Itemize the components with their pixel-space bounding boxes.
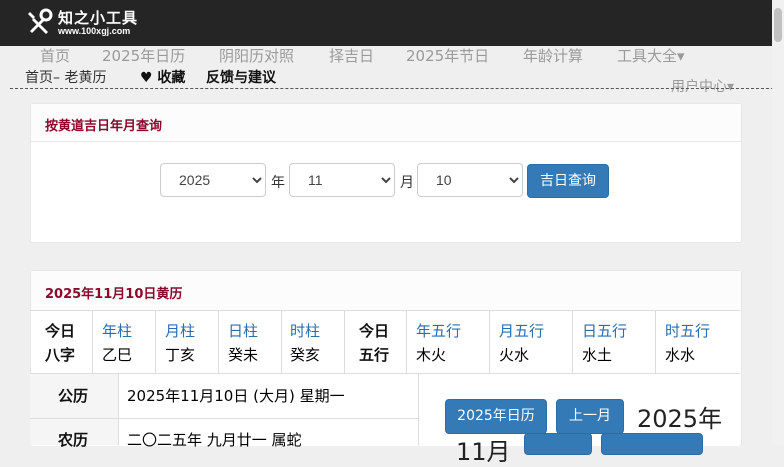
user-center-menu[interactable]: 用户中心▾ [671, 76, 734, 96]
top-bar: 知之小工具 www.100xgj.com [0, 0, 784, 46]
query-panel-title: 按黄道吉日年月查询 [45, 119, 163, 134]
pillar-name: 时柱 [290, 322, 321, 340]
wuxing-label: 今日 [359, 322, 390, 340]
scrollbar-thumb[interactable] [774, 8, 782, 42]
nav-age-calc[interactable]: 年龄计算 [523, 46, 583, 66]
wuxing-value: 木火 [416, 346, 447, 364]
day-select[interactable]: 10 [417, 163, 523, 197]
year-unit: 年 [271, 175, 285, 191]
almanac-panel-title: 2025年11月10日黄历 [45, 287, 183, 302]
nav-holidays[interactable]: 2025年节日 [406, 46, 489, 66]
wuxing-name: 时五行 [665, 322, 711, 340]
divider [10, 88, 774, 89]
nav-lunar-solar[interactable]: 阴阳历对照 [219, 46, 294, 66]
query-panel: 按黄道吉日年月查询 2025 年 11 月 10 吉日查询 [30, 103, 742, 243]
wuxing-value: 火水 [499, 346, 530, 364]
bazi-label-2: 八字 [45, 346, 76, 364]
bazi-label: 今日 [45, 322, 76, 340]
lunar-value: 二〇二五年 九月廿一 属蛇 [127, 431, 302, 449]
pillar-name: 月柱 [165, 322, 196, 340]
wuxing-name: 月五行 [499, 322, 545, 340]
breadcrumb[interactable]: 首页– 老黄历 [25, 67, 106, 87]
wuxing-name: 年五行 [416, 322, 462, 340]
pillar-value: 乙巳 [102, 346, 133, 364]
query-panel-header: 按黄道吉日年月查询 [31, 104, 741, 142]
wuxing-name: 日五行 [582, 322, 628, 340]
mini-calendar: 2025年日历 上一月 2025年 11月 [428, 382, 733, 466]
main-nav: 首页 2025年日历 阴阳历对照 择吉日 2025年节日 年龄计算 工具大全▾ [0, 46, 784, 88]
wuxing-value: 水水 [665, 346, 696, 364]
nav-auspicious-day[interactable]: 择吉日 [329, 46, 374, 66]
favorite-link[interactable]: ♥ 收藏 [140, 67, 185, 87]
nav-home[interactable]: 首页 [40, 46, 70, 66]
calendar-heading-month: 11月 [456, 438, 511, 466]
almanac-panel-header: 2025年11月10日黄历 [31, 271, 741, 311]
site-logo[interactable]: 知之小工具 www.100xgj.com [24, 6, 144, 40]
logo-title: 知之小工具 [58, 9, 139, 27]
calendar-heading: 2025年 [637, 405, 723, 433]
logo-subtitle: www.100xgj.com [58, 26, 131, 36]
pillar-name: 日柱 [228, 322, 259, 340]
tools-icon [28, 8, 53, 34]
today-button[interactable] [601, 433, 703, 455]
solar-label: 公历 [58, 387, 89, 405]
nav-tools[interactable]: 工具大全▾ [617, 46, 685, 66]
month-unit: 月 [400, 175, 414, 191]
prev-month-button[interactable]: 上一月 [556, 399, 624, 434]
pillar-value: 丁亥 [165, 346, 196, 364]
solar-value: 2025年11月10日 (大月) 星期一 [127, 387, 345, 405]
year-select[interactable]: 2025 [160, 163, 266, 197]
pillar-value: 癸亥 [290, 346, 321, 364]
month-select[interactable]: 11 [289, 163, 395, 197]
feedback-link[interactable]: 反馈与建议 [206, 67, 276, 87]
wuxing-label-2: 五行 [359, 346, 390, 364]
nav-calendar[interactable]: 2025年日历 [102, 46, 185, 66]
pillar-value: 癸未 [228, 346, 259, 364]
year-calendar-button[interactable]: 2025年日历 [445, 399, 547, 434]
scrollbar[interactable] [772, 0, 784, 445]
next-month-button[interactable] [524, 433, 592, 455]
pillar-name: 年柱 [102, 322, 133, 340]
query-button[interactable]: 吉日查询 [527, 164, 609, 198]
lunar-label: 农历 [58, 431, 89, 449]
wuxing-value: 水土 [582, 346, 613, 364]
